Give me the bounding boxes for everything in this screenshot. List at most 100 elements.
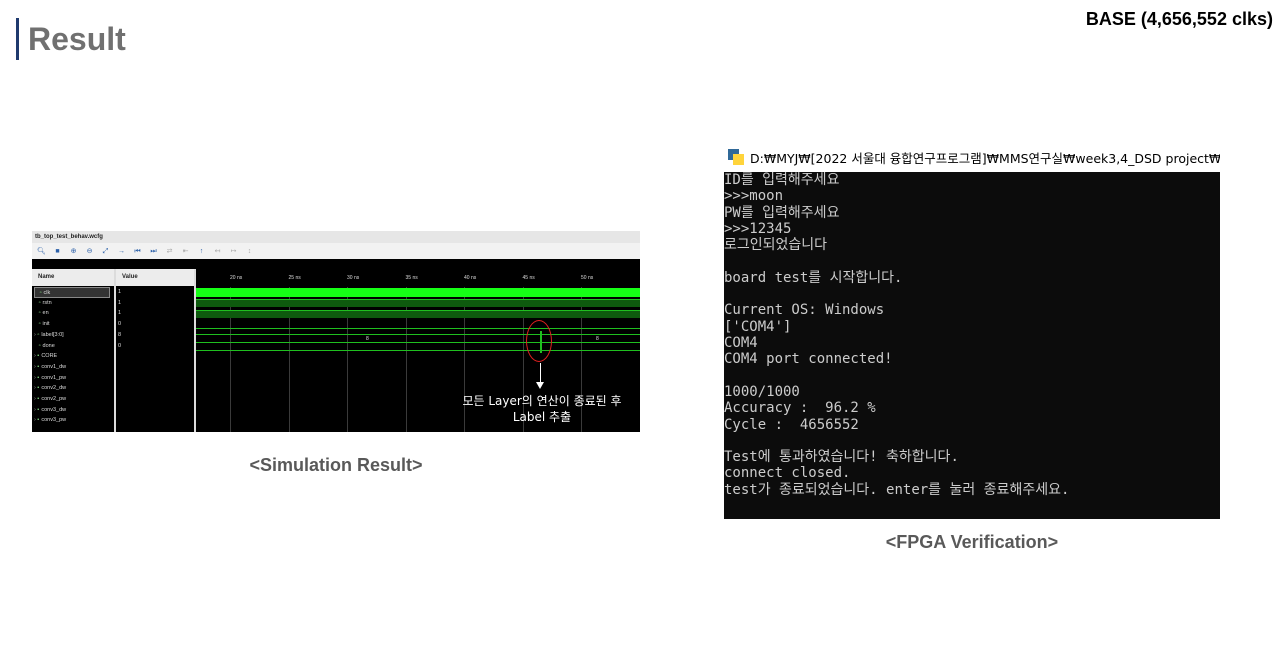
folder-icon: ▪ — [37, 374, 40, 381]
cursor-icon[interactable]: → — [117, 247, 126, 256]
annotation-line-1: 모든 Layer의 연산이 종료된 후 — [462, 394, 622, 408]
signal-name: label[3:0] — [41, 331, 64, 338]
signal-name: CORE — [41, 353, 58, 360]
fpga-caption: <FPGA Verification> — [885, 532, 1059, 552]
signal-row[interactable]: ▫ clk — [34, 287, 110, 298]
label-bus-value: 8 — [366, 336, 369, 342]
folder-icon: ▪ — [37, 353, 40, 360]
time-gridline — [230, 287, 231, 432]
console-line: COM4 port connected! — [724, 351, 893, 368]
value-column-header[interactable]: Value — [116, 269, 194, 286]
signal-row[interactable]: › ▪ conv1_dw — [34, 362, 110, 373]
console-window-title: D:₩MYJ₩[2022 서울대 융합연구프로그램]₩MMS연구실₩week3,… — [750, 150, 1220, 166]
signal-row[interactable]: › ▪ conv3_dw — [34, 405, 110, 416]
time-tick-label: 50 ns — [581, 275, 594, 281]
go-end-icon[interactable]: ⏭ — [149, 247, 158, 256]
go-start-icon[interactable]: ⏮ — [133, 247, 142, 256]
signal-name: init — [42, 321, 50, 328]
prev-marker-icon[interactable]: ↤ — [213, 247, 222, 256]
signal-name: clk — [43, 290, 51, 296]
signal-name: conv3_dw — [41, 406, 67, 413]
signal-row[interactable]: › ▪ conv3_pw — [34, 415, 110, 426]
time-gridline — [405, 287, 407, 432]
console-line: ID를 입력해주세요 — [724, 172, 840, 188]
next-marker-icon[interactable]: ↦ — [229, 247, 238, 256]
signal-icon: ▫ — [38, 310, 41, 317]
rstn-waveform — [196, 299, 640, 307]
python-icon — [728, 149, 744, 165]
snap-icon[interactable]: ↕ — [245, 247, 254, 256]
signal-value: 1 — [118, 310, 122, 317]
console-line: Accuracy : 96.2 % — [724, 400, 876, 417]
signal-value: 1 — [118, 289, 122, 295]
signal-name: en — [42, 310, 49, 317]
init-waveform — [196, 328, 640, 329]
annotation-arrow-line — [540, 363, 541, 383]
folder-icon: ▪ — [37, 396, 40, 402]
signal-row[interactable]: ▫ en — [34, 308, 110, 319]
time-tick-label: 35 ns — [405, 275, 418, 281]
signal-icon: ▫ — [37, 331, 40, 338]
console-line: Cycle : 4656552 — [724, 416, 859, 433]
signal-value: 8 — [118, 331, 122, 338]
annotation-text: 모든 Layer의 연산이 종료된 후 Label 추출 — [444, 393, 640, 425]
time-tick-label: 25 ns — [288, 275, 301, 281]
search-icon[interactable]: 🔍︎ — [37, 247, 46, 256]
console-line: >>>12345 — [724, 220, 792, 237]
signal-name: done — [42, 342, 55, 349]
folder-icon: ▪ — [37, 417, 40, 424]
console-line: 로그인되었습니다 — [724, 237, 828, 254]
signal-value: 0 — [118, 342, 122, 349]
zoom-out-icon[interactable]: ⊖ — [85, 247, 94, 256]
signal-row[interactable]: › ▪ conv2_pw — [34, 394, 110, 405]
base-cycles-label: BASE (4,656,552 clks) — [1085, 9, 1273, 29]
time-tick-label: 40 ns — [464, 275, 477, 281]
signal-row[interactable]: › ▪ conv2_dw — [34, 383, 110, 394]
signal-name-column: ▫ clk ▫ rstn ▫ en ▫ init › ▫ label[3:0] ▫ done ›… — [32, 286, 114, 432]
signal-row[interactable]: › ▪ conv1_pw — [34, 373, 110, 384]
time-tick-label: 30 ns — [347, 275, 360, 281]
signal-value-column: 1 1 1 0 8 0 — [116, 286, 194, 432]
waveform-toolbar: 🔍︎ ■ ⊕ ⊖ ⤢ → ⏮ ⏭ ⇄ ⇤ ↑ ↤ ↦ ↕ — [32, 243, 640, 259]
simulation-waveform-window: tb_top_test_behav.wcfg 🔍︎ ■ ⊕ ⊖ ⤢ → ⏮ ⏭ … — [32, 231, 640, 432]
title-accent-bar — [16, 18, 19, 60]
console-line: >>>moon — [724, 188, 784, 205]
signal-row[interactable]: ▫ done — [34, 341, 110, 352]
signal-name: conv2_dw — [41, 385, 67, 392]
console-output[interactable]: ID를 입력해주세요 >>>moon PW를 입력해주세요 >>>12345 로그인되었… — [724, 172, 1220, 519]
simulation-caption: <Simulation Result> — [249, 455, 423, 475]
signal-row[interactable]: › ▪ CORE — [34, 351, 110, 362]
label-bus-waveform — [196, 334, 640, 343]
signal-name: conv1_dw — [41, 363, 67, 370]
folder-icon: ▪ — [37, 363, 40, 370]
console-line: 1000/1000 — [724, 383, 800, 400]
signal-name: conv2_pw — [41, 396, 67, 402]
swap-icon[interactable]: ⇄ — [165, 247, 174, 256]
signal-icon: ▫ — [38, 299, 41, 306]
add-marker-icon[interactable]: ↑ — [197, 247, 206, 256]
signal-row[interactable]: › ▫ label[3:0] — [34, 330, 110, 341]
zoom-in-icon[interactable]: ⊕ — [69, 247, 78, 256]
console-line: Test에 통과하였습니다! 축하합니다. — [724, 449, 959, 466]
time-gridline — [288, 287, 290, 432]
signal-name: conv1_pw — [41, 374, 67, 381]
zoom-fit-icon[interactable]: ⤢ — [101, 247, 110, 256]
prev-transition-icon[interactable]: ⇤ — [181, 247, 190, 256]
signal-row[interactable]: ▫ init — [34, 319, 110, 330]
waveform-tab-title[interactable]: tb_top_test_behav.wcfg — [32, 231, 640, 243]
name-column-header[interactable]: Name — [32, 269, 114, 286]
console-line: connect closed. — [724, 465, 851, 482]
signal-icon: ▫ — [39, 290, 42, 296]
clk-waveform — [196, 288, 640, 297]
signal-row[interactable]: ▫ rstn — [34, 298, 110, 309]
annotation-line-2: Label 추출 — [512, 410, 572, 424]
console-titlebar[interactable]: D:₩MYJ₩[2022 서울대 융합연구프로그램]₩MMS연구실₩week3,… — [728, 145, 1220, 169]
save-icon[interactable]: ■ — [53, 247, 62, 256]
console-line: Current OS: Windows — [724, 302, 885, 319]
time-tick-label: 45 ns — [522, 275, 535, 281]
console-line: PW를 입력해주세요 — [724, 204, 840, 221]
signal-icon: ▫ — [38, 321, 41, 328]
